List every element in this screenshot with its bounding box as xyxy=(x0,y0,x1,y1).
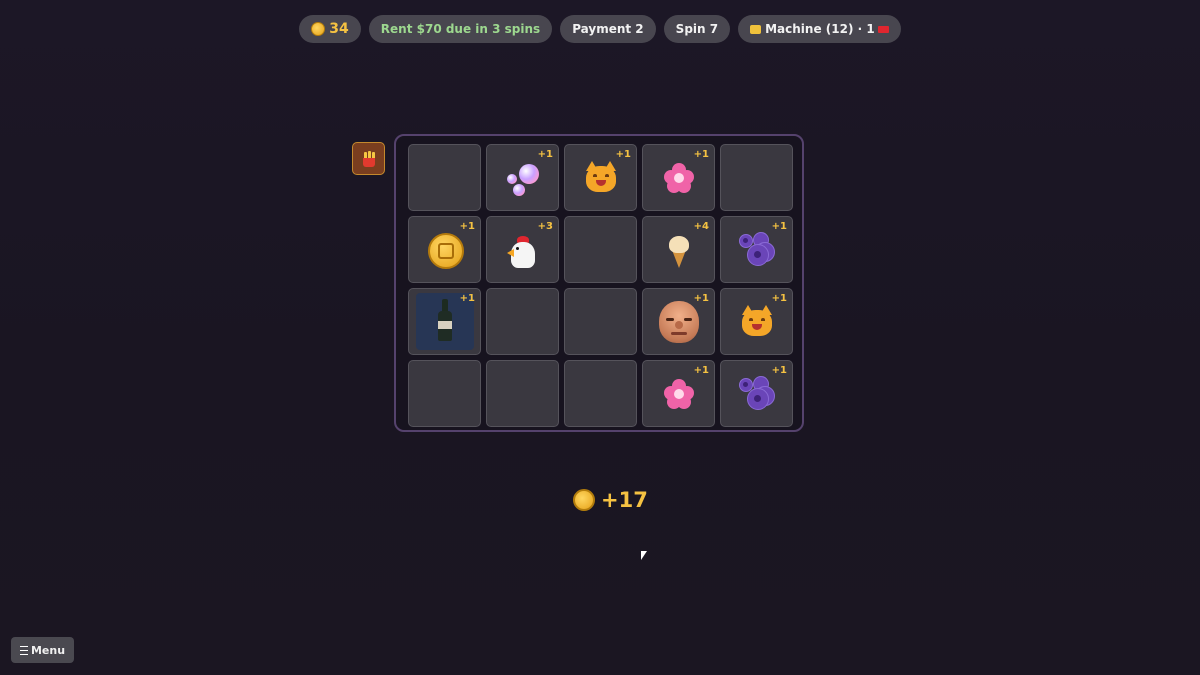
bonus-value: +1 xyxy=(771,365,787,376)
slot-cell[interactable] xyxy=(486,288,559,355)
slot-cell[interactable]: +1 xyxy=(564,144,637,211)
bonus-value: +1 xyxy=(693,149,709,160)
rent-status: Rent $70 due in 3 spins xyxy=(368,15,553,43)
payment-counter: Payment 2 xyxy=(560,15,656,43)
slot-cell[interactable] xyxy=(486,360,559,427)
slot-cell[interactable]: +1 xyxy=(720,216,793,283)
symbol-grid: +1 +1 +1 +1 +3 +4 +1 +1 +1 +1 +1 +1 xyxy=(408,144,793,427)
bonus-value: +1 xyxy=(537,149,553,160)
bonus-value: +1 xyxy=(615,149,631,160)
slot-cell[interactable] xyxy=(408,144,481,211)
coin-count: 34 xyxy=(329,21,349,37)
cat-icon xyxy=(739,304,775,340)
bonus-value: +1 xyxy=(459,293,475,304)
coin-counter: 34 xyxy=(299,15,361,43)
slot-cell[interactable] xyxy=(564,360,637,427)
cat-icon xyxy=(583,160,619,196)
slot-board: +1 +1 +1 +1 +3 +4 +1 +1 +1 +1 +1 +1 xyxy=(394,134,804,432)
mouse-cursor xyxy=(641,551,647,560)
slot-cell[interactable]: +1 xyxy=(720,288,793,355)
flower-icon xyxy=(661,376,697,412)
slot-cell[interactable]: +4 xyxy=(642,216,715,283)
slot-cell[interactable]: +1 xyxy=(486,144,559,211)
slot-cell[interactable]: +3 xyxy=(486,216,559,283)
grapes-icon xyxy=(738,231,775,268)
ice-cream-icon xyxy=(661,232,697,268)
ticket-icon xyxy=(877,25,889,33)
coin-icon xyxy=(427,232,464,269)
machine-label: Machine (12) · 1 xyxy=(765,22,875,36)
menu-button[interactable]: Menu xyxy=(11,637,74,663)
spin-payout: +17 xyxy=(573,488,648,512)
bubbles-icon xyxy=(505,160,541,196)
slot-cell[interactable] xyxy=(408,360,481,427)
slot-cell[interactable]: +1 xyxy=(642,144,715,211)
machine-status[interactable]: Machine (12) · 1 xyxy=(738,15,901,43)
fries-icon xyxy=(362,150,376,167)
folder-icon xyxy=(750,24,762,34)
bonus-value: +1 xyxy=(693,293,709,304)
coin-icon xyxy=(573,489,595,511)
bonus-value: +1 xyxy=(693,365,709,376)
bonus-value: +1 xyxy=(771,221,787,232)
chicken-icon xyxy=(505,232,541,268)
slot-cell[interactable]: +1 xyxy=(642,360,715,427)
bonus-value: +3 xyxy=(537,221,553,232)
item-fries[interactable] xyxy=(352,142,385,175)
coin-icon xyxy=(311,22,326,36)
spin-counter: Spin 7 xyxy=(663,15,731,43)
menu-label: Menu xyxy=(30,643,66,657)
hamburger-icon xyxy=(19,645,28,655)
payout-amount: +17 xyxy=(601,488,648,512)
bald-face-icon xyxy=(658,300,699,343)
slot-cell[interactable] xyxy=(720,144,793,211)
slot-cell[interactable] xyxy=(564,288,637,355)
slot-cell[interactable]: +1 xyxy=(408,216,481,283)
top-status-bar: 34 Rent $70 due in 3 spins Payment 2 Spi… xyxy=(0,15,1200,43)
slot-cell[interactable] xyxy=(564,216,637,283)
bonus-value: +4 xyxy=(693,221,709,232)
slot-cell[interactable]: +1 xyxy=(642,288,715,355)
slot-cell[interactable]: +1 xyxy=(408,288,481,355)
bonus-value: +1 xyxy=(459,221,475,232)
grapes-icon xyxy=(738,375,775,412)
flower-icon xyxy=(661,160,697,196)
bonus-value: +1 xyxy=(771,293,787,304)
slot-cell[interactable]: +1 xyxy=(720,360,793,427)
